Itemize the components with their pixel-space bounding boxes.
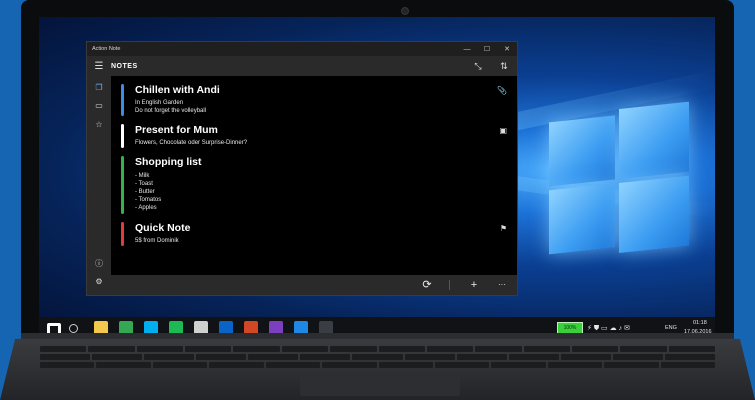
notes-icon[interactable]: ❐ [87,80,111,96]
note-title: Shopping list [135,156,202,168]
hamburger-menu-icon[interactable]: ☰ [87,61,111,72]
note-color-bar [121,156,124,214]
close-button[interactable]: ✕ [497,45,517,53]
note-line: - Tomatos [135,197,162,203]
page-title: NOTES [111,62,138,70]
sync-button[interactable]: ⟳ [416,275,438,295]
note-color-bar [121,124,124,148]
touchpad [300,376,460,396]
minimize-button[interactable]: — [457,46,477,53]
archive-icon[interactable]: ▭ [87,98,111,114]
battery-percent: 100% [563,325,577,331]
webcam [401,7,409,15]
note-line: In English Garden [135,100,184,106]
favorites-icon[interactable]: ☆ [87,117,111,133]
info-icon[interactable]: ⓘ [87,256,111,272]
note-line: - Butter [135,189,155,195]
maximize-button[interactable]: ☐ [477,45,497,53]
window-title: Action Note [92,46,121,52]
notes-list: Chillen with Andi In English Garden Do n… [111,76,517,275]
note-item[interactable]: Shopping list - Milk - Toast - Butter - … [121,156,507,214]
note-item[interactable]: Present for Mum Flowers, Chocolate oder … [121,124,507,148]
image-icon: ▣ [499,126,507,135]
note-title: Present for Mum [135,124,218,136]
note-title: Chillen with Andi [135,84,220,96]
paperclip-icon: 📎 [497,86,507,95]
note-item[interactable]: Chillen with Andi In English Garden Do n… [121,84,507,116]
search-taskbar-icon[interactable] [69,324,78,333]
note-title: Quick Note [135,222,191,234]
note-line: Flowers, Chocolate oder Surprise-Dinner? [135,140,248,146]
sort-icon[interactable]: ⇅ [491,61,517,72]
clock-time[interactable]: 01:18 [693,320,707,326]
keyboard [40,346,716,370]
settings-icon[interactable]: ⚙ [87,274,111,290]
note-line: 5$ from Dominik [135,238,179,244]
action-note-window: Action Note — ☐ ✕ ☰ NOTES ⤡ ⇅ ❐ ▭ ☆ ⓘ ⚙ … [86,41,518,296]
laptop-hinge [21,333,734,339]
add-note-button[interactable]: + [463,275,485,295]
command-bar: ⟳ + ··· [111,275,517,295]
note-item[interactable]: Quick Note 5$ from Dominik ⚑ [121,222,507,246]
flag-icon: ⚑ [499,224,507,233]
app-header: ☰ NOTES ⤡ ⇅ [87,56,517,76]
note-line: Do not forget the volleyball [135,108,207,114]
note-line: - Apples [135,205,157,211]
language-indicator[interactable]: ENG [665,325,677,331]
more-button[interactable]: ··· [491,275,513,295]
collapse-icon[interactable]: ⤡ [465,61,491,72]
note-color-bar [121,222,124,246]
separator [449,280,450,290]
sidebar: ❐ ▭ ☆ ⓘ ⚙ [87,76,111,295]
note-line: - Milk [135,173,150,179]
note-color-bar [121,84,124,116]
window-titlebar: Action Note — ☐ ✕ [87,42,517,56]
note-line: - Toast [135,181,153,187]
tray-icons[interactable]: ⚡ ⛊ ▭ ☁ ♪ ✉ [587,324,630,333]
windows-logo [549,101,689,263]
